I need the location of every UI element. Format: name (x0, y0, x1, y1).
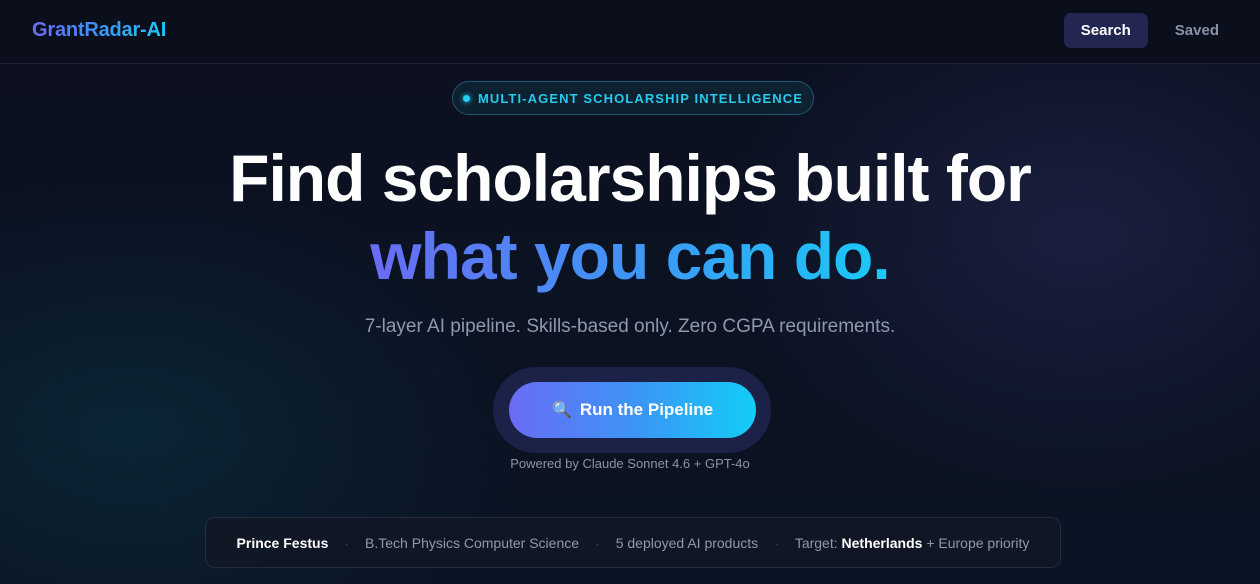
profile-products: 5 deployed AI products (615, 534, 759, 551)
profile-summary-bar: Prince Festus · B.Tech Physics Computer … (205, 517, 1061, 568)
separator-dot: · (774, 534, 779, 551)
separator-dot: · (344, 534, 350, 551)
top-nav-bar: GrantRadar-AI Search Saved (0, 0, 1260, 64)
run-pipeline-button[interactable]: 🔍 Run the Pipeline (509, 382, 756, 438)
hero-headline: Find scholarships built for (229, 141, 1032, 215)
target-prefix: Target: (794, 534, 838, 551)
status-dot-icon (462, 94, 470, 102)
badge-label: MULTI-AGENT SCHOLARSHIP INTELLIGENCE (477, 90, 804, 106)
target-country: Netherlands (841, 534, 923, 551)
hero-headline-accent: what you can do. (0, 218, 1260, 294)
separator-dot: · (595, 534, 600, 551)
run-pipeline-label: Run the Pipeline (579, 400, 714, 419)
nav-saved-button[interactable]: Saved (1158, 13, 1236, 48)
target-suffix: + Europe priority (926, 534, 1030, 551)
main-nav: Search Saved (1063, 13, 1236, 48)
nav-search-button[interactable]: Search (1063, 13, 1148, 48)
powered-by-text: Powered by Claude Sonnet 4.6 + GPT-4o (510, 456, 750, 471)
profile-name: Prince Festus (236, 534, 329, 551)
hero-subtitle: 7-layer AI pipeline. Skills-based only. … (364, 316, 896, 337)
app-logo[interactable]: GrantRadar-AI (32, 19, 166, 42)
profile-target: Target: Netherlands + Europe priority (795, 535, 1030, 551)
magnifier-icon: 🔍 (551, 402, 572, 419)
profile-degree: B.Tech Physics Computer Science (365, 534, 580, 551)
feature-badge: MULTI-AGENT SCHOLARSHIP INTELLIGENCE (452, 81, 814, 115)
hero-headline-accent-text: what you can do. (370, 219, 890, 293)
